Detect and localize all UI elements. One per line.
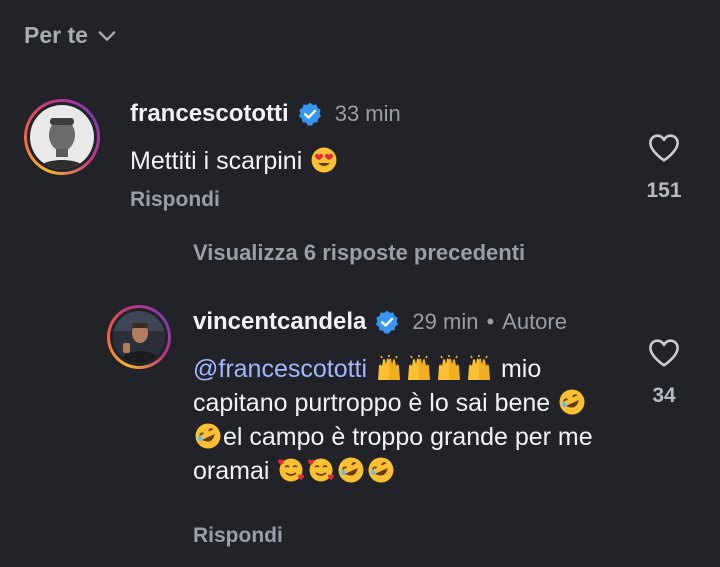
rofl-emoji-icon bbox=[368, 457, 394, 483]
raised-hands-emoji-group bbox=[374, 355, 494, 383]
comment-text: @francescototti mio capitano purtroppo è… bbox=[193, 352, 613, 488]
avatar-image bbox=[30, 105, 94, 169]
like-button[interactable]: 34 bbox=[629, 338, 699, 408]
comment-text: Mettiti i scarpini bbox=[130, 144, 339, 178]
verified-badge-icon bbox=[376, 310, 399, 334]
author-badge: Autore bbox=[502, 309, 567, 334]
separator-dot: • bbox=[486, 309, 495, 334]
raised-hands-emoji-icon bbox=[378, 355, 401, 380]
like-count: 34 bbox=[652, 384, 676, 407]
view-previous-replies-button[interactable]: Visualizza 6 risposte precedenti bbox=[193, 240, 525, 266]
comment-timestamp: 29 min bbox=[412, 309, 479, 334]
rofl-emoji-icon bbox=[559, 389, 585, 415]
rofl-emoji-icon bbox=[338, 457, 364, 483]
like-button[interactable]: 151 bbox=[629, 133, 699, 203]
raised-hands-emoji-icon bbox=[468, 355, 491, 380]
reply-button[interactable]: Rispondi bbox=[193, 524, 283, 548]
emoji-group-end bbox=[276, 457, 396, 485]
avatar[interactable] bbox=[24, 99, 100, 175]
avatar-image bbox=[113, 311, 165, 363]
comment-username[interactable]: francescototti bbox=[130, 100, 289, 128]
comment-timestamp: 33 min bbox=[334, 101, 401, 126]
chevron-down-icon bbox=[98, 30, 116, 41]
smiling-face-with-hearts-emoji-icon bbox=[278, 458, 305, 482]
comment-body: Mettiti i scarpini bbox=[130, 147, 303, 175]
reply-button[interactable]: Rispondi bbox=[130, 188, 220, 212]
avatar[interactable] bbox=[107, 305, 171, 369]
heart-icon bbox=[649, 134, 679, 162]
raised-hands-emoji-icon bbox=[438, 355, 461, 380]
heart-eyes-emoji-icon bbox=[311, 147, 337, 173]
rofl-emoji-icon bbox=[195, 423, 221, 449]
raised-hands-emoji-icon bbox=[408, 355, 431, 380]
comment-username[interactable]: vincentcandela bbox=[193, 308, 366, 336]
mention-link[interactable]: @francescototti bbox=[193, 355, 367, 383]
smiling-face-with-hearts-emoji-icon bbox=[308, 458, 335, 482]
feed-filter-dropdown[interactable]: Per te bbox=[24, 22, 118, 49]
heart-icon bbox=[649, 339, 679, 367]
verified-badge-icon bbox=[298, 102, 321, 126]
filter-label: Per te bbox=[24, 22, 88, 48]
like-count: 151 bbox=[646, 179, 682, 202]
